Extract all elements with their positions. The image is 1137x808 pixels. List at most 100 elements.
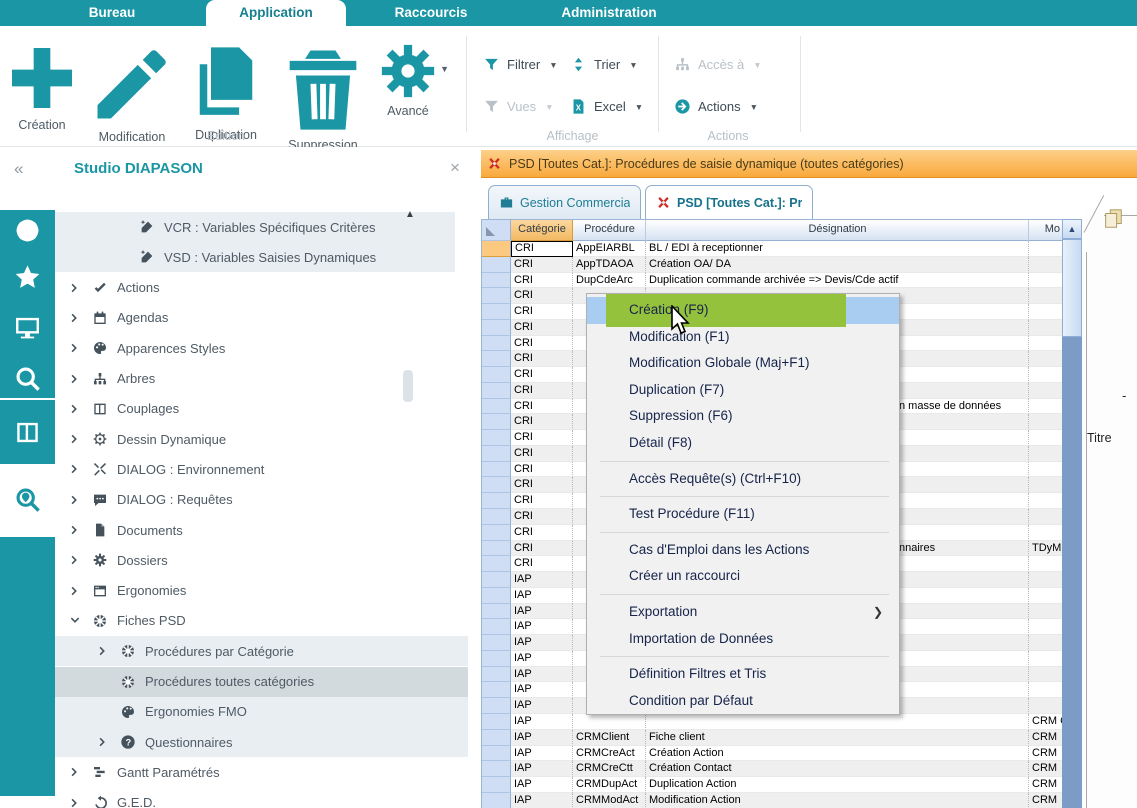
cell-cat[interactable]: IAP [511,761,573,777]
cell-mo[interactable] [1029,477,1062,493]
cell-mo[interactable] [1029,525,1062,541]
columns-icon[interactable] [13,418,42,447]
cell-des[interactable]: Création Contact [646,761,1029,777]
menu-item-d-finition-filtres-et-tris[interactable]: Définition Filtres et Tris [587,661,899,688]
cell-cat[interactable]: IAP [511,746,573,762]
cell-mo[interactable] [1029,572,1062,588]
cell-mo[interactable] [1029,509,1062,525]
scroll-up-icon[interactable]: ▲ [1062,219,1082,239]
cell-mo[interactable] [1029,273,1062,289]
row-gutter[interactable] [482,241,511,257]
document-tab-2[interactable]: PSD [Toutes Cat.]: Pro... [645,185,813,219]
chevron-down-icon[interactable]: ▼ [440,64,449,74]
cell-proc[interactable]: CRMClient [573,730,646,746]
cell-mo[interactable] [1029,556,1062,572]
row-gutter[interactable] [482,430,511,446]
pin-search-icon[interactable] [13,485,42,514]
row-gutter[interactable] [482,651,511,667]
row-gutter[interactable] [482,477,511,493]
cell-mo[interactable] [1029,241,1062,257]
row-gutter[interactable] [482,525,511,541]
sidebar-item-actions[interactable]: Actions [55,273,468,303]
sidebar-item-fiches-psd[interactable]: Fiches PSD [55,606,468,636]
cell-mo[interactable] [1029,351,1062,367]
column-header-procdure[interactable]: Procédure [573,220,646,241]
cell-proc[interactable]: AppTDAOA [573,257,646,273]
row-gutter[interactable] [482,714,511,730]
row-gutter[interactable] [482,730,511,746]
cell-cat[interactable]: IAP [511,730,573,746]
cell-des[interactable]: Création OA/ DA [646,257,1029,273]
menu-item-condition-par-d-faut[interactable]: Condition par Défaut [587,688,899,715]
cell-des[interactable]: Duplication Action [646,777,1029,793]
sidebar-item-dessin-dynamique[interactable]: Dessin Dynamique [55,424,468,454]
cell-cat[interactable]: CRI [511,509,573,525]
table-row[interactable]: IAPCRM C [482,714,1062,730]
ribbon-tab-application[interactable]: Application [206,0,346,26]
cell-cat[interactable]: IAP [511,793,573,808]
cell-cat[interactable]: CRI [511,383,573,399]
sidebar-item-proc-dures-par-cat-gorie[interactable]: Procédures par Catégorie [55,636,468,666]
sidebar-item-documents[interactable]: Documents [55,515,468,545]
row-gutter[interactable] [482,682,511,698]
cell-mo[interactable] [1029,257,1062,273]
cell-cat[interactable]: IAP [511,682,573,698]
cell-cat[interactable]: CRI [511,477,573,493]
document-tab-1[interactable]: Gestion Commerciale ... [488,185,641,219]
row-gutter[interactable] [482,777,511,793]
sidebar-item-ergonomies-fmo[interactable]: Ergonomies FMO [55,697,468,727]
cell-mo[interactable] [1029,430,1062,446]
cell-cat[interactable]: IAP [511,777,573,793]
cell-cat[interactable]: IAP [511,714,573,730]
sidebar-item-apparences-styles[interactable]: Apparences Styles [55,333,468,363]
cell-des[interactable]: Modification Action [646,793,1029,808]
ribbon-tab-bureau[interactable]: Bureau [58,0,166,26]
cell-mo[interactable] [1029,619,1062,635]
sidebar-item-vsd-variables-saisies-dynamiques[interactable]: VSD : Variables Saisies Dynamiques [55,242,455,272]
cell-mo[interactable] [1029,304,1062,320]
cell-mo[interactable] [1029,414,1062,430]
cell-mo[interactable]: CRM [1029,746,1062,762]
cell-proc[interactable]: CRMDupAct [573,777,646,793]
table-vertical-scrollbar[interactable]: ▲ [1062,219,1082,808]
menu-item-suppression-f6[interactable]: Suppression (F6) [587,403,899,430]
row-gutter[interactable] [482,667,511,683]
sidebar-item-dialog-requ-tes[interactable]: DIALOG : Requêtes [55,485,468,515]
row-gutter[interactable] [482,572,511,588]
row-gutter[interactable] [482,509,511,525]
cell-mo[interactable] [1029,446,1062,462]
ribbon-tab-raccourcis[interactable]: Raccourcis [381,0,481,26]
cell-mo[interactable] [1029,667,1062,683]
menu-item-cas-d-emploi-dans-les-actions[interactable]: Cas d'Emploi dans les Actions [587,537,899,564]
row-gutter[interactable] [482,462,511,478]
cell-cat[interactable]: CRI [511,493,573,509]
cell-mo[interactable]: CRM [1029,730,1062,746]
row-gutter[interactable] [482,588,511,604]
cell-mo[interactable] [1029,635,1062,651]
row-gutter[interactable] [482,698,511,714]
menu-item-test-proc-dure-f11[interactable]: Test Procédure (F11) [587,501,899,528]
row-gutter[interactable] [482,399,511,415]
cell-mo[interactable]: CRM [1029,777,1062,793]
cell-mo[interactable] [1029,399,1062,415]
table-row[interactable]: IAPCRMCreCttCréation ContactCRM [482,761,1062,777]
column-header-dsignation[interactable]: Désignation [646,220,1029,241]
sidebar-item-dossiers[interactable]: Dossiers [55,545,468,575]
ribbon-button-trier[interactable]: Trier▼ [570,56,638,73]
ribbon-tab-administration[interactable]: Administration [543,0,675,26]
row-gutter[interactable] [482,320,511,336]
cell-cat[interactable]: CRI [511,351,573,367]
monitor-icon[interactable] [13,313,42,342]
cell-proc[interactable] [573,714,646,730]
cell-mo[interactable] [1029,698,1062,714]
cell-cat[interactable]: IAP [511,667,573,683]
menu-item-duplication-f7[interactable]: Duplication (F7) [587,377,899,404]
sidebar-item-agendas[interactable]: Agendas [55,303,468,333]
sidebar-item-questionnaires[interactable]: ?Questionnaires [55,727,468,757]
table-row[interactable]: CRIAppEIARBLBL / EDI à receptionner [482,241,1062,257]
cell-proc[interactable]: CRMModAct [573,793,646,808]
pages-icon[interactable] [1102,208,1124,230]
table-row[interactable]: IAPCRMCreActCréation ActionCRM [482,746,1062,762]
cell-des[interactable] [646,714,1029,730]
cell-cat[interactable]: CRI [511,430,573,446]
